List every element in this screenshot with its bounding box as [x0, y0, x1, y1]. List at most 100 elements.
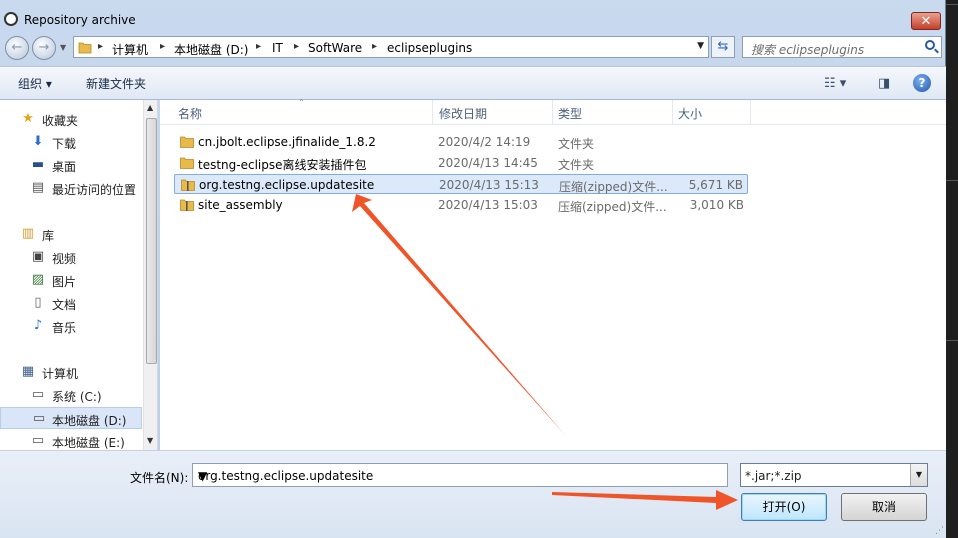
nav-drive-e[interactable]: ▭ 本地磁盘 (E:)	[0, 430, 142, 450]
column-type[interactable]: 类型	[558, 105, 582, 122]
drive-icon: ▭	[32, 411, 46, 426]
breadcrumb-drive-d[interactable]: 本地磁盘 (D:)	[174, 41, 248, 58]
column-divider[interactable]	[432, 100, 433, 124]
refresh-button[interactable]: ⇆	[711, 36, 735, 58]
nav-music[interactable]: ♪ 音乐	[0, 315, 142, 337]
file-size: 5,671 KB	[688, 178, 743, 192]
file-type: 文件夹	[558, 137, 595, 151]
nav-label: 视频	[52, 252, 77, 266]
breadcrumb-separator: ▸	[256, 41, 262, 52]
nav-label: 本地磁盘 (E:)	[52, 436, 125, 450]
close-button[interactable]: ✕	[911, 12, 941, 30]
nav-label: 文档	[52, 298, 77, 312]
filename-dropdown-icon[interactable]: ▼	[198, 469, 723, 483]
file-date: 2020/4/2 14:19	[438, 135, 531, 149]
eclipse-icon	[4, 12, 18, 26]
search-box[interactable]: 搜索 eclipseplugins	[742, 36, 942, 58]
nav-libraries[interactable]: ▥ 库	[0, 223, 142, 245]
preview-pane-icon[interactable]: ◨	[878, 76, 890, 91]
file-dialog-window: Repository archive ✕ ← → ▼ ▸ 计算机 ▸ 本地磁盘 …	[0, 0, 946, 538]
table-row[interactable]: cn.jbolt.eclipse.jfinalide_1.8.2 2020/4/2…	[174, 132, 748, 152]
file-type: 文件夹	[558, 158, 595, 172]
nav-drive-d[interactable]: ▭ 本地磁盘 (D:)	[0, 407, 142, 429]
zip-folder-icon	[180, 199, 194, 211]
recent-locations-icon[interactable]: ▼	[60, 43, 66, 52]
column-date[interactable]: 修改日期	[439, 105, 487, 122]
star-icon: ★	[22, 111, 34, 126]
resize-grip-icon[interactable]: ⋰	[935, 526, 944, 536]
nav-videos[interactable]: ▣ 视频	[0, 246, 142, 268]
file-name: org.testng.eclipse.updatesite	[199, 178, 375, 192]
scroll-up-icon[interactable]: ▲	[147, 103, 153, 112]
breadcrumb-separator: ▸	[160, 41, 166, 52]
file-type: 压缩(zipped)文件...	[559, 180, 668, 194]
forward-button[interactable]: →	[32, 36, 56, 60]
system-drive-icon: ▭	[31, 387, 45, 402]
filename-label: 文件名(N):	[130, 471, 189, 485]
background-desktop	[946, 0, 958, 538]
zip-folder-icon	[181, 179, 195, 191]
breadcrumb-eclipseplugins[interactable]: eclipseplugins	[387, 41, 472, 55]
table-row[interactable]: org.testng.eclipse.updatesite 2020/4/13 1…	[174, 174, 748, 194]
filename-input[interactable]: org.testng.eclipse.updatesite ▼	[192, 463, 728, 487]
folder-icon	[180, 157, 194, 169]
scroll-thumb[interactable]	[146, 118, 157, 364]
column-divider[interactable]	[750, 100, 751, 124]
nav-desktop[interactable]: ▬ 桌面	[0, 154, 142, 176]
table-row[interactable]: testng-eclipse离线安装插件包 2020/4/13 14:45 文件夹	[174, 153, 748, 173]
navigation-bar: ← → ▼ ▸ 计算机 ▸ 本地磁盘 (D:) ▸ IT ▸ SoftWare …	[0, 34, 945, 62]
open-button[interactable]: 打开(O)	[741, 493, 827, 521]
nav-label: 收藏夹	[42, 114, 79, 128]
nav-computer[interactable]: ▦ 计算机	[0, 361, 142, 383]
music-icon: ♪	[33, 318, 43, 333]
chevron-down-icon[interactable]: ▼	[910, 464, 927, 486]
nav-documents[interactable]: ▯ 文档	[0, 292, 142, 314]
nav-label: 下载	[52, 137, 77, 151]
breadcrumb-separator: ▸	[294, 41, 300, 52]
cancel-button[interactable]: 取消	[841, 493, 927, 521]
address-bar[interactable]: ▸ 计算机 ▸ 本地磁盘 (D:) ▸ IT ▸ SoftWare ▸ ecli…	[73, 36, 709, 58]
breadcrumb-it[interactable]: IT	[272, 41, 283, 55]
address-dropdown-icon[interactable]: ▼	[697, 41, 704, 51]
navigation-scrollbar[interactable]: ▲ ▼	[143, 100, 157, 450]
column-divider[interactable]	[552, 100, 553, 124]
file-date: 2020/4/13 14:45	[438, 156, 538, 170]
column-header: 名称 ⌃ 修改日期 类型 大小	[160, 98, 946, 125]
back-button[interactable]: ←	[5, 36, 29, 60]
file-name: site_assembly	[198, 198, 283, 212]
help-icon[interactable]: ?	[913, 74, 931, 92]
nav-label: 计算机	[42, 367, 79, 381]
new-folder-button[interactable]: 新建文件夹	[86, 75, 146, 92]
organize-button[interactable]: 组织 ▾	[18, 75, 52, 92]
nav-recent-places[interactable]: ▤ 最近访问的位置	[0, 177, 142, 199]
file-name: cn.jbolt.eclipse.jfinalide_1.8.2	[198, 135, 376, 149]
breadcrumb-software[interactable]: SoftWare	[308, 41, 362, 55]
nav-pictures[interactable]: ▨ 图片	[0, 269, 142, 291]
forward-arrow-icon: →	[38, 40, 50, 55]
title-bar[interactable]: Repository archive ✕	[0, 0, 945, 38]
table-row[interactable]: site_assembly 2020/4/13 15:03 压缩(zipped)文件…	[174, 195, 748, 215]
file-size: 3,010 KB	[689, 198, 744, 212]
nav-label: 桌面	[52, 160, 77, 174]
dialog-footer: 文件名(N): org.testng.eclipse.updatesite ▼ …	[0, 450, 946, 538]
recent-places-icon: ▤	[31, 180, 45, 195]
background-line	[946, 340, 958, 341]
folder-icon	[78, 42, 92, 54]
file-name: testng-eclipse离线安装插件包	[198, 158, 367, 172]
search-icon[interactable]	[925, 40, 935, 50]
file-type-select[interactable]: *.jar;*.zip ▼	[740, 463, 928, 487]
column-name[interactable]: 名称	[178, 105, 202, 122]
nav-favorites[interactable]: ★ 收藏夹	[0, 108, 142, 130]
nav-drive-c[interactable]: ▭ 系统 (C:)	[0, 384, 142, 406]
scroll-down-icon[interactable]: ▼	[147, 436, 153, 445]
breadcrumb-computer[interactable]: 计算机	[112, 41, 148, 58]
view-options-icon[interactable]: ☷ ▾	[824, 76, 846, 91]
background-line	[946, 4, 958, 5]
documents-icon: ▯	[34, 295, 42, 310]
nav-downloads[interactable]: ⬇ 下载	[0, 131, 142, 153]
library-icon: ▥	[21, 226, 35, 241]
column-size[interactable]: 大小	[678, 105, 702, 122]
nav-label: 最近访问的位置	[52, 183, 137, 197]
command-toolbar: 组织 ▾ 新建文件夹 ☷ ▾ ◨ ?	[0, 66, 946, 100]
column-divider[interactable]	[672, 100, 673, 124]
